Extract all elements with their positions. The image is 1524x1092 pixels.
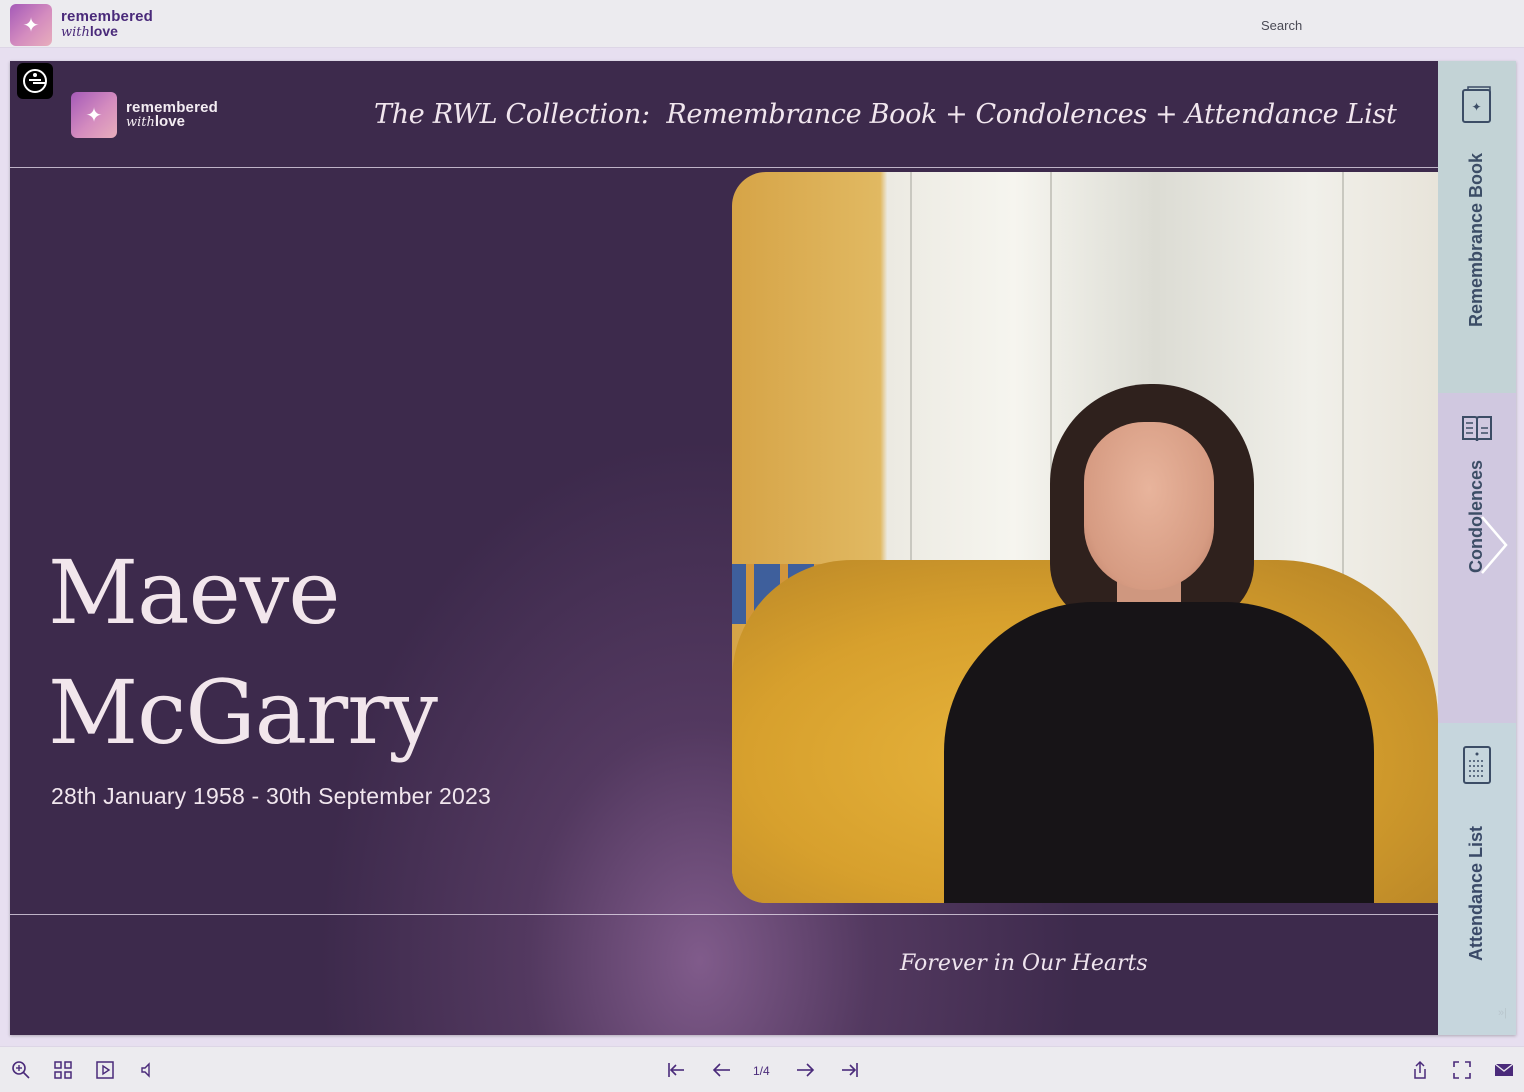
accessibility-icon: [23, 69, 47, 93]
logo-with: with: [61, 25, 90, 40]
collection-part-remembrance: Remembrance Book: [666, 99, 938, 130]
last-page-icon[interactable]: [839, 1059, 861, 1081]
next-page-chevron-icon[interactable]: [1478, 513, 1512, 577]
tab-label: Attendance List: [1466, 825, 1486, 961]
next-page-icon[interactable]: [794, 1059, 816, 1081]
accessibility-button[interactable]: [17, 63, 53, 99]
tab-attendance-list[interactable]: Attendance List: [1438, 723, 1516, 1035]
search-link[interactable]: Search: [1261, 18, 1302, 33]
page-logo-text: remembered withlove: [126, 100, 218, 130]
mail-icon[interactable]: [1493, 1059, 1515, 1081]
bottom-divider: [10, 914, 1438, 915]
zoom-icon[interactable]: [10, 1059, 32, 1081]
collection-part-condolences: Condolences: [975, 99, 1147, 130]
footer-tagline: Forever in Our Hearts: [900, 951, 1148, 976]
page-logo-love: love: [154, 113, 185, 130]
skip-end-icon[interactable]: »|: [1498, 1007, 1507, 1019]
page-logo-sparkle-icon: ✦: [85, 104, 103, 127]
page-indicator[interactable]: 1/4: [753, 1064, 770, 1078]
last-name: McGarry: [48, 661, 438, 764]
logo-line1: remembered: [61, 8, 154, 25]
bottom-toolbar: 1/4: [0, 1046, 1524, 1092]
logo-love: love: [89, 23, 118, 39]
portrait-photo: [732, 172, 1438, 903]
tab-remembrance-book[interactable]: ✦ Remembrance Book: [1438, 61, 1516, 393]
thumbnails-icon[interactable]: [52, 1059, 74, 1081]
collection-prefix: The RWL Collection:: [374, 99, 650, 130]
book-star-icon: ✦: [1462, 86, 1491, 123]
flipbook: ✦ remembered withlove The RWL Collection…: [10, 61, 1516, 1035]
prev-page-icon[interactable]: [711, 1059, 733, 1081]
collection-part-attendance: Attendance List: [1185, 99, 1397, 130]
share-icon[interactable]: [1409, 1059, 1431, 1081]
open-book-icon: [1462, 416, 1492, 442]
play-icon[interactable]: [94, 1059, 116, 1081]
page-logo-with: with: [126, 115, 155, 130]
fullscreen-icon[interactable]: [1451, 1059, 1473, 1081]
top-bar: ✦ remembered withlove Search: [0, 0, 1524, 48]
cover-page: ✦ remembered withlove The RWL Collection…: [10, 61, 1438, 1035]
svg-text:✦: ✦: [1471, 100, 1481, 114]
page-logo-icon: ✦: [71, 92, 117, 138]
life-dates: 28th January 1958 - 30th September 2023: [51, 783, 491, 809]
sound-icon[interactable]: [136, 1059, 158, 1081]
first-page-icon[interactable]: [665, 1059, 687, 1081]
app-logo-icon[interactable]: ✦: [10, 4, 52, 46]
top-divider: [10, 167, 1438, 168]
section-tabs: ✦ Remembrance Book Condolences Attendanc…: [1438, 61, 1516, 1035]
tab-label: Remembrance Book: [1466, 152, 1486, 327]
plus-sign: +: [945, 99, 968, 130]
plus-sign: +: [1154, 99, 1178, 130]
list-document-icon: [1463, 746, 1491, 784]
app-logo-text[interactable]: remembered withlove: [61, 8, 154, 40]
first-name: Maeve: [48, 541, 340, 644]
logo-line2: withlove: [61, 24, 153, 40]
collection-title: The RWL Collection: Remembrance Book + Con…: [374, 99, 1397, 130]
logo-sparkle-icon: ✦: [22, 14, 40, 37]
page-logo-line2: withlove: [126, 113, 218, 130]
